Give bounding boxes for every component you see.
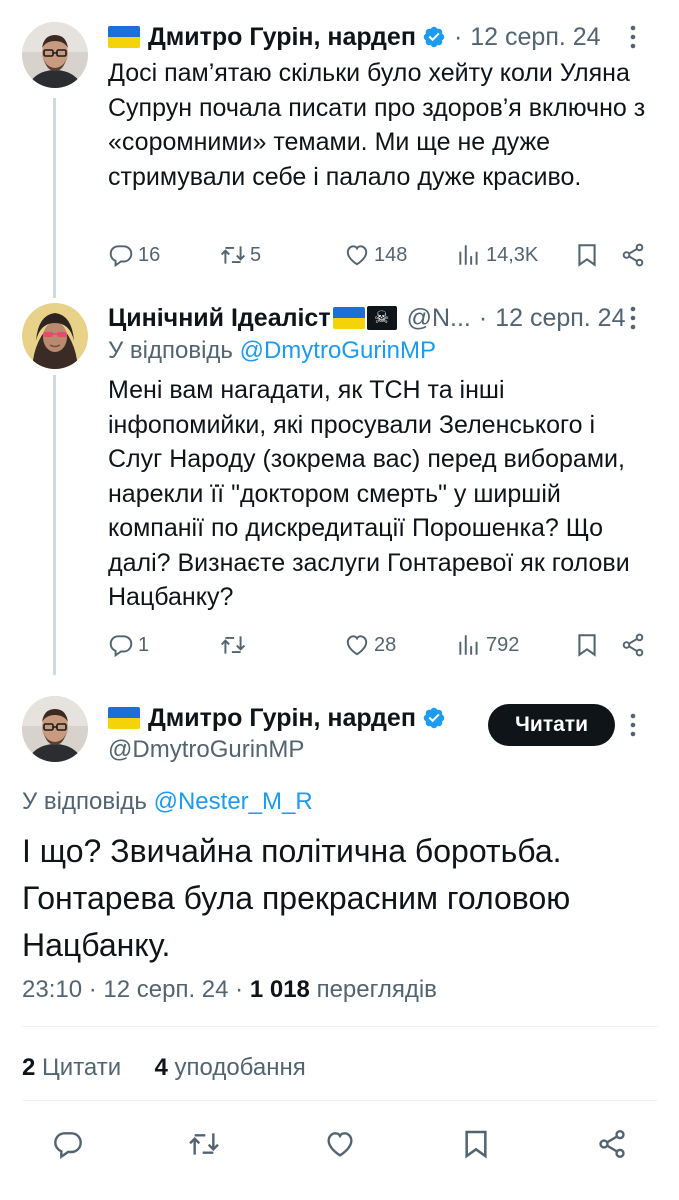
tweet-date[interactable]: 12 серп. 24 — [103, 976, 228, 1003]
tweet-date[interactable]: 12 серп. 24 — [495, 304, 625, 333]
reply-button[interactable]: 1 — [108, 630, 149, 660]
avatar[interactable] — [22, 696, 88, 762]
reply-context: У відповідь @DmytroGurinMP — [108, 337, 436, 365]
share-icon — [622, 243, 644, 267]
main-tweet-text: І що? Звичайна політична боротьба. Гонта… — [22, 833, 571, 963]
ukraine-flag-icon — [108, 707, 140, 729]
repost-button[interactable] — [220, 630, 250, 660]
reply-icon — [54, 1132, 82, 1159]
author-handle[interactable]: @DmytroGurinMP — [108, 736, 304, 764]
divider — [22, 1026, 658, 1027]
author-name[interactable]: Дмитро Гурін, нардеп — [148, 23, 416, 52]
more-icon[interactable] — [621, 22, 645, 52]
reply-handle-link[interactable]: @Nester_M_R — [154, 788, 313, 815]
more-icon[interactable] — [621, 303, 645, 333]
repost-icon — [220, 636, 246, 654]
tweet-text: Мені вам нагадати, як ТСН та інші інфопо… — [108, 376, 630, 611]
views-count: 792 — [486, 633, 520, 656]
reply-button[interactable] — [48, 1124, 88, 1164]
like-icon — [346, 635, 368, 656]
more-icon[interactable] — [621, 710, 645, 740]
tweet-meta: 23:10 · 12 серп. 24 · 1 018 переглядів — [22, 976, 437, 1003]
read-button[interactable]: Читати — [488, 704, 615, 746]
author-name[interactable]: Цинічний Ідеаліст — [108, 304, 331, 333]
reply-context: У відповідь @Nester_M_R — [22, 788, 313, 816]
likes-stat[interactable]: 4 уподобання — [154, 1054, 305, 1081]
tweet-actions: 1 28 792 — [108, 630, 653, 660]
share-icon — [622, 633, 644, 657]
bookmark-icon — [465, 1130, 487, 1159]
author-name[interactable]: Дмитро Гурін, нардеп — [148, 704, 416, 733]
bookmark-button[interactable] — [456, 1124, 496, 1164]
views-button[interactable]: 14,3K — [456, 240, 538, 270]
engagement-stats: 2 Цитати 4 уподобання — [22, 1054, 306, 1082]
repost-button[interactable]: 5 — [220, 240, 261, 270]
tweet-header: Цинічний Ідеаліст ☠ @N... · 12 серп. 24 — [108, 303, 626, 333]
separator-dot: · — [453, 22, 463, 51]
ukraine-flag-icon — [332, 307, 365, 329]
bookmark-button[interactable] — [574, 630, 604, 660]
avatar[interactable] — [22, 22, 88, 88]
quotes-label: Цитати — [42, 1054, 122, 1081]
tweet-header: Дмитро Гурін, нардеп · 12 серп. 24 — [108, 22, 601, 52]
views-label: переглядів — [316, 976, 437, 1003]
repost-count: 5 — [250, 243, 262, 266]
share-button[interactable] — [620, 630, 650, 660]
avatar[interactable] — [22, 303, 88, 369]
author-handle[interactable]: @N... — [407, 304, 471, 333]
divider — [22, 1100, 658, 1101]
like-count: 28 — [374, 633, 397, 656]
views-button[interactable]: 792 — [456, 630, 519, 660]
views-count: 1 018 — [249, 976, 310, 1003]
reply-icon — [109, 635, 133, 658]
views-icon — [459, 635, 478, 655]
thread-line — [53, 98, 56, 298]
reply-button[interactable]: 16 — [108, 240, 160, 270]
bookmark-icon — [578, 634, 596, 657]
verified-icon — [422, 706, 446, 730]
separator-dot: · — [478, 303, 488, 332]
views-count: 14,3K — [486, 243, 539, 266]
reply-prefix: У відповідь — [22, 788, 147, 815]
pirate-flag-icon: ☠ — [366, 306, 397, 330]
quotes-stat[interactable]: 2 Цитати — [22, 1054, 121, 1081]
like-button[interactable] — [320, 1124, 360, 1164]
share-button[interactable] — [620, 240, 650, 270]
bookmark-button[interactable] — [574, 240, 604, 270]
like-button[interactable]: 148 — [344, 240, 407, 270]
repost-button[interactable] — [184, 1124, 224, 1164]
main-tweet-actions — [0, 1124, 679, 1164]
thread-line — [53, 375, 56, 675]
ukraine-flag-icon — [108, 26, 140, 48]
reply-prefix: У відповідь — [108, 337, 233, 364]
likes-label: уподобання — [174, 1054, 306, 1081]
share-button[interactable] — [592, 1124, 632, 1164]
like-icon — [327, 1132, 353, 1157]
tweet-actions: 16 5 148 14,3K — [108, 240, 653, 270]
tweet-date[interactable]: 12 серп. 24 — [470, 23, 600, 52]
reply-count: 1 — [138, 633, 150, 656]
repost-icon — [189, 1133, 219, 1155]
share-icon — [599, 1130, 625, 1158]
verified-icon — [422, 25, 446, 49]
likes-count: 4 — [154, 1054, 168, 1081]
like-icon — [346, 245, 368, 266]
like-button[interactable]: 28 — [344, 630, 396, 660]
reply-handle-link[interactable]: @DmytroGurinMP — [240, 337, 436, 364]
main-tweet: Дмитро Гурін, нардеп @DmytroGurinMP Чита… — [0, 680, 679, 1200]
tweet-text: Досі пам’ятаю скільки було хейту коли Ул… — [108, 59, 646, 191]
tweet-time[interactable]: 23:10 — [22, 976, 82, 1003]
reply-icon — [109, 245, 133, 268]
tweet-2[interactable]: Цинічний Ідеаліст ☠ @N... · 12 серп. 24 … — [0, 295, 679, 680]
reply-count: 16 — [138, 243, 161, 266]
views-icon — [459, 245, 478, 265]
main-author-name-row: Дмитро Гурін, нардеп — [108, 702, 446, 734]
repost-icon — [220, 246, 246, 264]
like-count: 148 — [374, 243, 408, 266]
quotes-count: 2 — [22, 1054, 36, 1081]
tweet-1[interactable]: Дмитро Гурін, нардеп · 12 серп. 24 Досі … — [0, 0, 679, 298]
bookmark-icon — [578, 244, 596, 267]
